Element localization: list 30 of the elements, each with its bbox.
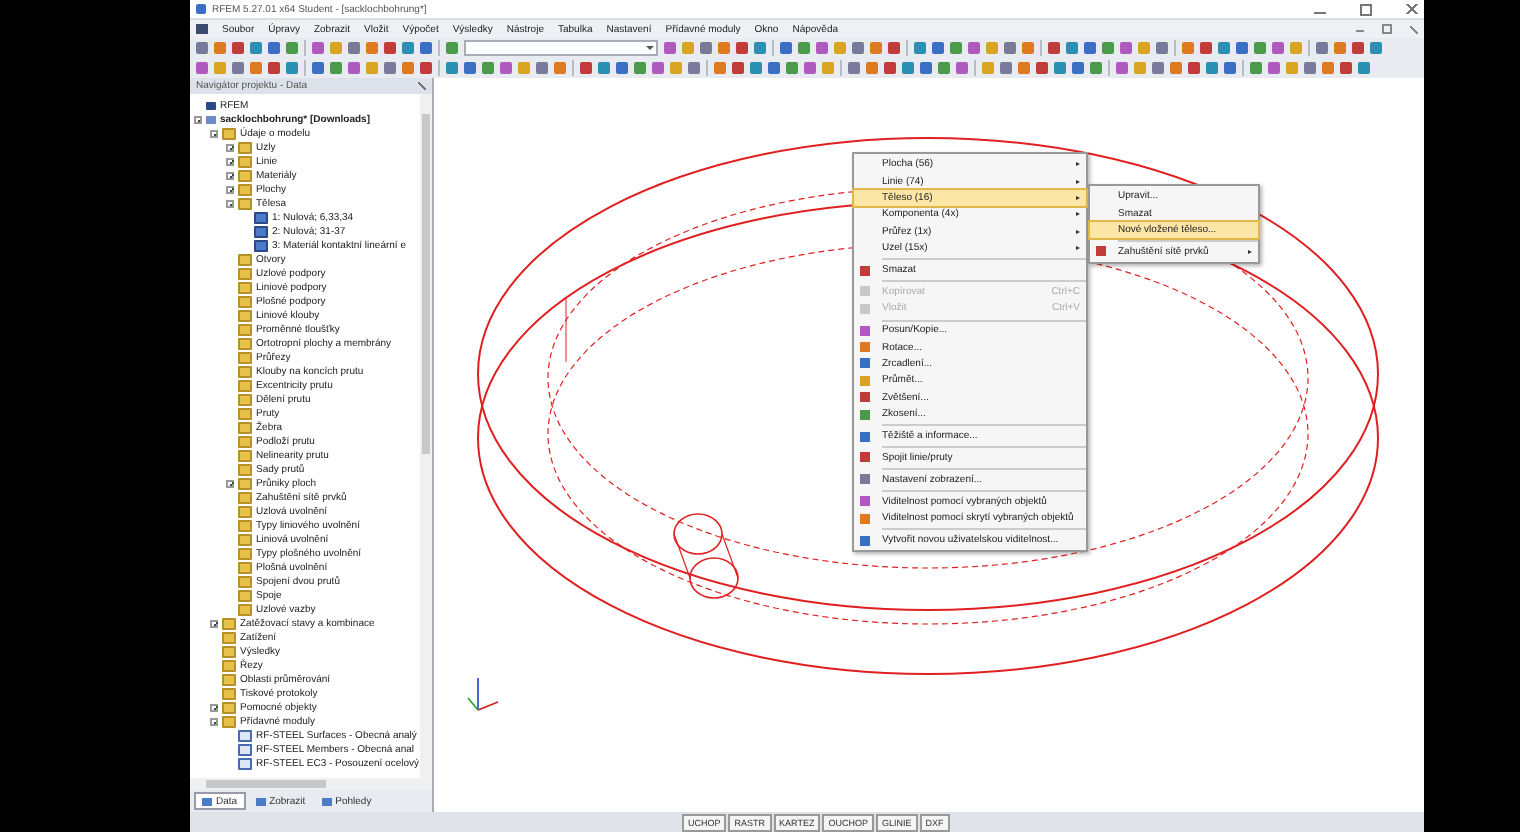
model-viewport[interactable] bbox=[434, 78, 1424, 812]
dropdown-field[interactable] bbox=[464, 40, 658, 56]
collapse-icon[interactable] bbox=[210, 129, 218, 137]
scroll-thumb[interactable] bbox=[422, 114, 430, 454]
tab-icon bbox=[255, 797, 266, 805]
tab-icon bbox=[321, 797, 332, 805]
caret-icon[interactable] bbox=[646, 46, 654, 50]
maximize-icon[interactable] bbox=[1360, 3, 1372, 15]
restore-icon[interactable] bbox=[1382, 24, 1392, 34]
model-icon bbox=[206, 115, 216, 123]
expand-icon[interactable] bbox=[226, 171, 234, 179]
menu-icon bbox=[860, 535, 870, 545]
scroll-thumb[interactable] bbox=[206, 780, 326, 788]
app-icon bbox=[206, 101, 216, 109]
expand-icon[interactable] bbox=[226, 157, 234, 165]
scrollbar[interactable] bbox=[420, 94, 432, 778]
expand-icon[interactable] bbox=[226, 143, 234, 151]
scrollbar[interactable] bbox=[190, 778, 432, 790]
collapse-icon[interactable] bbox=[194, 115, 202, 123]
axes-icon bbox=[467, 677, 499, 711]
expand-icon[interactable] bbox=[210, 703, 218, 711]
tab-icon bbox=[202, 797, 212, 805]
menu-icon bbox=[1096, 246, 1106, 257]
minimize-icon[interactable] bbox=[1356, 26, 1364, 32]
expand-icon[interactable] bbox=[226, 479, 234, 487]
expand-icon[interactable] bbox=[210, 619, 218, 627]
expand-icon[interactable] bbox=[226, 185, 234, 193]
collapse-icon[interactable] bbox=[226, 199, 234, 207]
collapse-icon[interactable] bbox=[210, 717, 218, 725]
app-icon bbox=[196, 4, 206, 14]
